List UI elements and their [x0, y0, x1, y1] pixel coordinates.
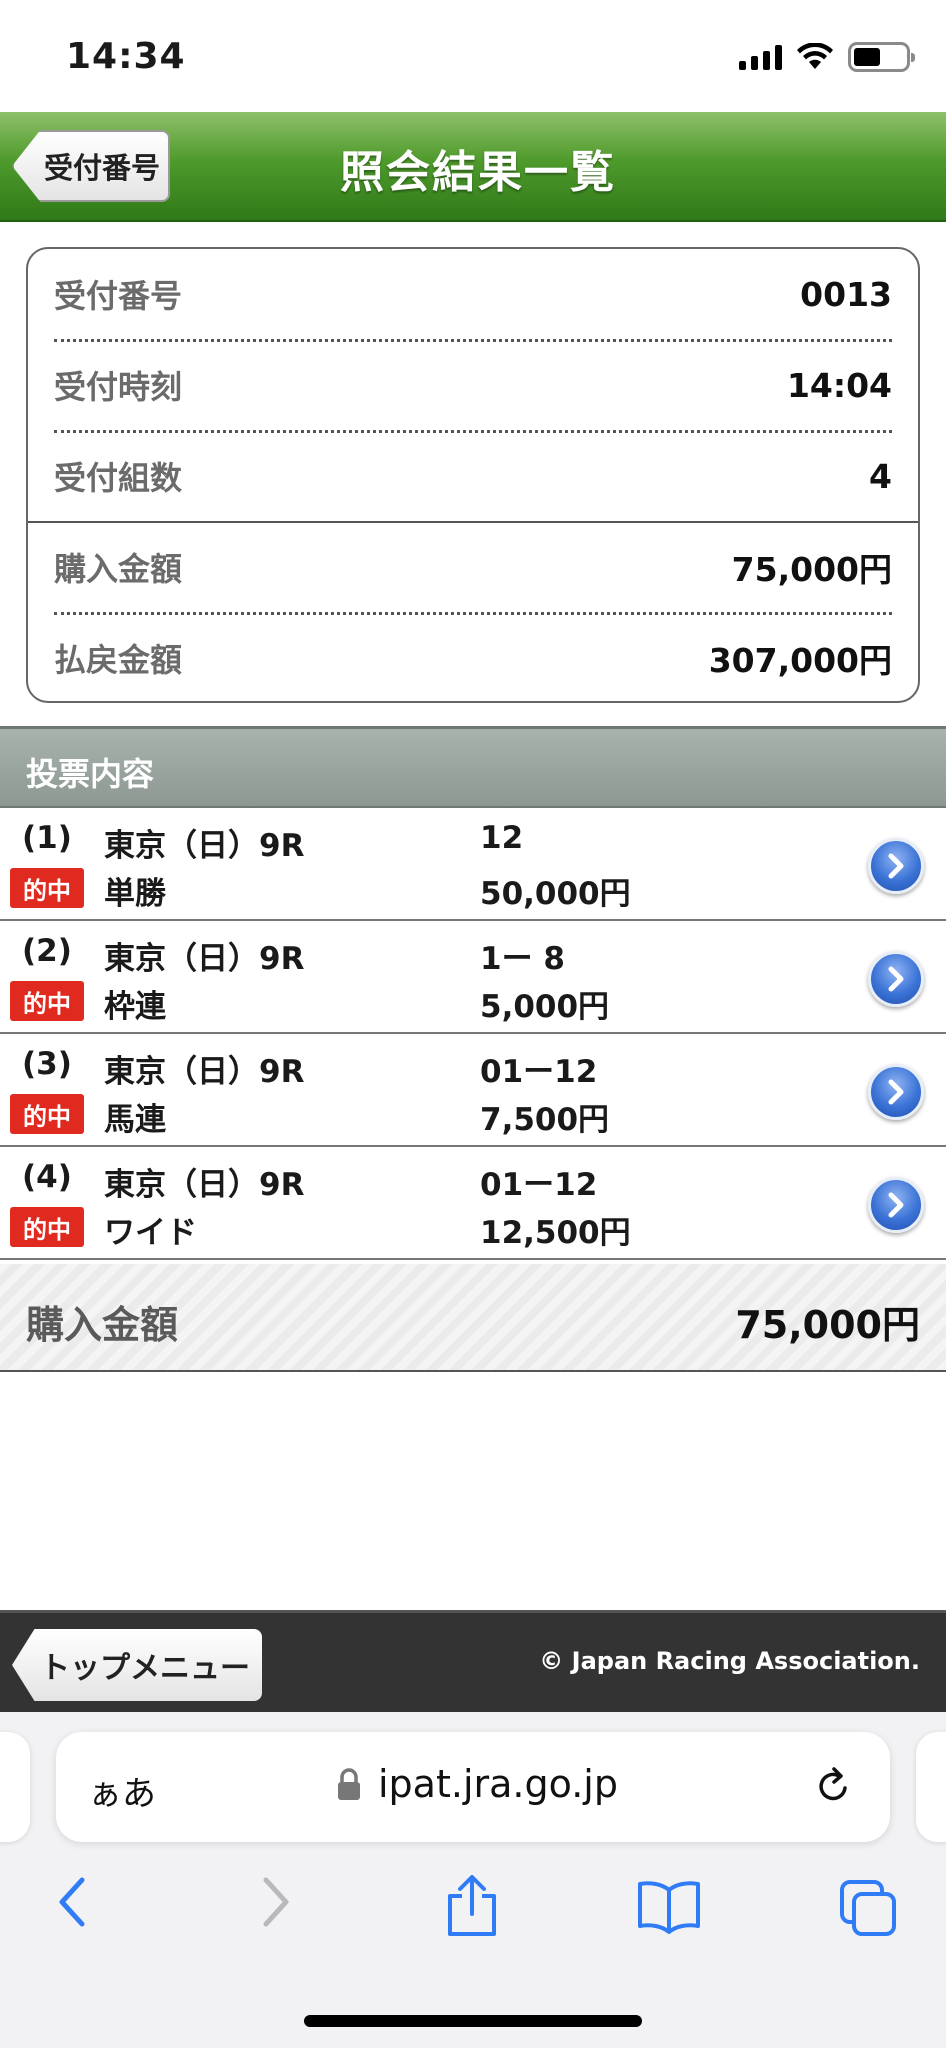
copyright-text: © Japan Racing Association.: [539, 1647, 920, 1675]
hit-badge: 的中: [10, 868, 84, 908]
summary-card: 受付番号 0013 受付時刻 14:04 受付組数 4 購入金額 75,000円…: [26, 247, 920, 703]
ticket-combination: 1ー 8: [480, 941, 565, 977]
summary-value: 75,000円: [731, 550, 892, 589]
ticket-row[interactable]: (4) 東京（日）9R 的中 ワイド 01ー12 12,500円: [0, 1147, 946, 1260]
ticket-race: 東京（日）9R: [104, 1167, 305, 1203]
ticket-bet-type: ワイド: [104, 1215, 197, 1251]
chevron-right-icon[interactable]: [868, 1064, 924, 1120]
summary-row-purchase-amount: 購入金額 75,000円: [54, 522, 892, 612]
bookmarks-icon[interactable]: [636, 1878, 702, 1934]
ticket-combination: 12: [480, 820, 524, 856]
ticket-combination: 01ー12: [480, 1167, 598, 1203]
section-header: 投票内容: [0, 726, 946, 808]
address-bar[interactable]: ぁあ ipat.jra.go.jp: [56, 1732, 890, 1842]
status-bar: 14:34: [0, 0, 946, 112]
summary-value: 14:04: [786, 365, 892, 405]
cellular-signal-icon: [739, 44, 782, 70]
summary-row-reception-time: 受付時刻 14:04: [54, 340, 892, 430]
chevron-right-icon[interactable]: [868, 951, 924, 1007]
hit-badge: 的中: [10, 1094, 84, 1134]
summary-value: 0013: [800, 274, 892, 314]
previous-tab-peek[interactable]: [0, 1732, 30, 1842]
total-value: 75,000円: [735, 1303, 920, 1347]
back-arrow-icon[interactable]: [50, 1872, 94, 1932]
page-settings-button[interactable]: ぁあ: [88, 1766, 156, 1815]
ticket-number: (2): [22, 933, 72, 969]
ticket-row[interactable]: (3) 東京（日）9R 的中 馬連 01ー12 7,500円: [0, 1034, 946, 1147]
next-tab-peek[interactable]: [916, 1732, 946, 1842]
ticket-number: (3): [22, 1046, 72, 1082]
ticket-race: 東京（日）9R: [104, 1054, 305, 1090]
home-indicator: [304, 2015, 642, 2027]
page-title: 照会結果一覧: [340, 147, 616, 198]
summary-value: 4: [869, 456, 892, 496]
url-text: ipat.jra.go.jp: [378, 1762, 618, 1806]
ticket-row[interactable]: (2) 東京（日）9R 的中 枠連 1ー 8 5,000円: [0, 921, 946, 1034]
top-menu-button[interactable]: トップメニュー: [12, 1629, 262, 1701]
page-header: 受付番号 照会結果一覧: [0, 112, 946, 222]
chevron-right-icon[interactable]: [868, 838, 924, 894]
ticket-amount: 5,000円: [480, 989, 610, 1025]
summary-label: 受付組数: [54, 459, 183, 497]
summary-label: 受付番号: [54, 277, 183, 315]
status-icons: [739, 42, 915, 72]
ticket-row[interactable]: (1) 東京（日）9R 的中 単勝 12 50,000円: [0, 808, 946, 921]
total-purchase-bar: 購入金額 75,000円: [0, 1264, 946, 1372]
forward-arrow-icon[interactable]: [254, 1872, 298, 1932]
ticket-combination: 01ー12: [480, 1054, 598, 1090]
ticket-amount: 7,500円: [480, 1102, 610, 1138]
ticket-race: 東京（日）9R: [104, 828, 305, 864]
ticket-bet-type: 単勝: [104, 876, 166, 912]
lock-icon: [338, 1768, 360, 1800]
hit-badge: 的中: [10, 1207, 84, 1247]
ticket-amount: 12,500円: [480, 1215, 631, 1251]
summary-row-reception-number: 受付番号 0013: [54, 249, 892, 339]
section-title: 投票内容: [26, 755, 155, 793]
summary-value: 307,000円: [708, 641, 892, 680]
ticket-number: (1): [22, 820, 72, 856]
ticket-amount: 50,000円: [480, 876, 631, 912]
ticket-race: 東京（日）9R: [104, 941, 305, 977]
reload-icon[interactable]: [812, 1764, 856, 1808]
ticket-bet-type: 馬連: [104, 1102, 166, 1138]
status-time: 14:34: [66, 36, 186, 77]
summary-label: 払戻金額: [54, 641, 183, 679]
chevron-right-icon[interactable]: [868, 1177, 924, 1233]
battery-icon: [848, 42, 915, 72]
page-footer: トップメニュー © Japan Racing Association.: [0, 1610, 946, 1712]
wifi-icon: [797, 43, 833, 69]
summary-label: 購入金額: [54, 550, 183, 588]
summary-label: 受付時刻: [54, 368, 183, 406]
summary-row-payout-amount: 払戻金額 307,000円: [54, 613, 892, 703]
total-label: 購入金額: [26, 1303, 179, 1347]
share-icon[interactable]: [442, 1874, 502, 1938]
ticket-bet-type: 枠連: [104, 989, 166, 1025]
ticket-number: (4): [22, 1159, 72, 1195]
summary-row-set-count: 受付組数 4: [54, 431, 892, 521]
tabs-icon[interactable]: [838, 1878, 898, 1938]
browser-bottom-bar: ぁあ ipat.jra.go.jp: [0, 1712, 946, 2048]
hit-badge: 的中: [10, 981, 84, 1021]
